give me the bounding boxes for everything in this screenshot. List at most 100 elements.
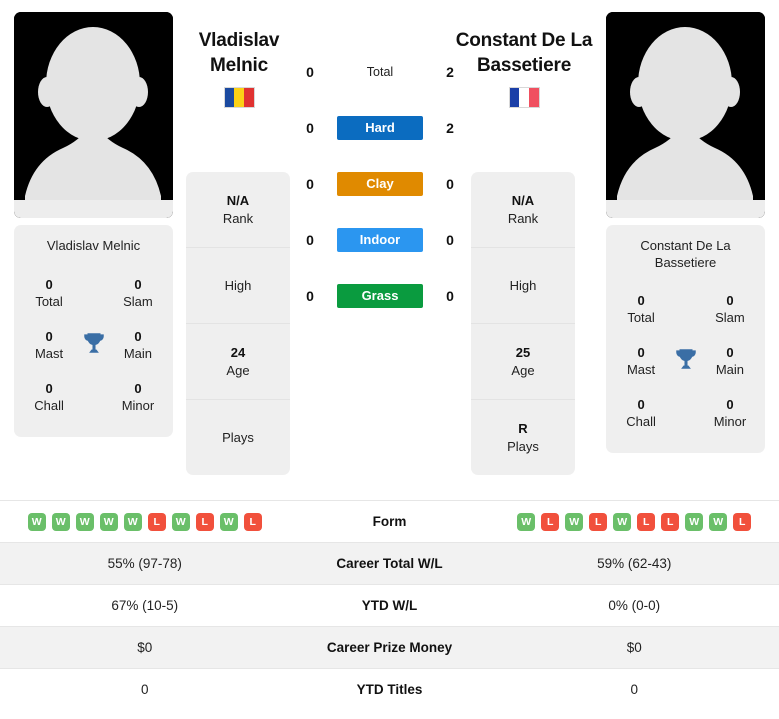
stat-value-right: $0 <box>626 640 642 655</box>
h2h-left-score: 0 <box>306 176 314 192</box>
stat-value-right: 59% (62-43) <box>597 556 672 571</box>
titles-cell-minor: 0 Minor <box>121 380 155 413</box>
h2h-row-indoor: 0 Indoor 0 <box>300 228 460 252</box>
form-badge-loss: L <box>243 512 262 531</box>
stat-value-left: $0 <box>137 640 153 655</box>
titles-row: 0 Mast 0 Main <box>606 335 765 387</box>
trophy-icon-svg <box>675 348 696 369</box>
titles-grid-left: 0 Total 0 Slam 0 Mast 0 Main 0 Chall 0 M… <box>14 259 173 437</box>
stat-label-ytd-wl: YTD W/L <box>361 598 418 613</box>
form-badge-win: W <box>613 512 632 531</box>
titles-cell-mast: 0 Mast <box>34 328 64 361</box>
form-badge-win: W <box>27 512 46 531</box>
info-row-plays: R Plays <box>507 420 539 454</box>
player-name-left: Vladislav Melnic <box>198 30 280 76</box>
table-row-ytd-titles: 0 YTD Titles 0 <box>0 668 779 710</box>
player-photo-left <box>14 12 173 218</box>
form-badge-loss: L <box>661 512 680 531</box>
form-badge-win: W <box>99 512 118 531</box>
table-row-career-prize-money: $0 Career Prize Money $0 <box>0 626 779 668</box>
h2h-row-clay: 0 Clay 0 <box>300 172 460 196</box>
stat-value-left: 55% (97-78) <box>107 556 182 571</box>
form-badge-win: W <box>123 512 142 531</box>
h2h-row-grass: 0 Grass 0 <box>300 284 460 308</box>
table-row-form: WWWWWLWLWL Form WLWLWLLWWL <box>0 500 779 542</box>
avatar-silhouette-icon <box>606 12 765 218</box>
titles-cell-chall: 0 Chall <box>34 380 64 413</box>
info-row-rank: N/A Rank <box>471 172 575 248</box>
trophy-icon <box>668 346 703 377</box>
form-badge-loss: L <box>637 512 656 531</box>
stat-label-career-total-wl: Career Total W/L <box>336 556 443 571</box>
info-row-plays: Plays <box>222 429 254 445</box>
player-header-left: Vladislav Melnic <box>164 28 314 108</box>
player-header-right: Constant De La Bassetiere <box>449 28 599 108</box>
stat-label-form: Form <box>372 514 407 529</box>
flag-left-romania <box>223 87 255 108</box>
form-badge-win: W <box>709 512 728 531</box>
form-badge-win: W <box>517 512 536 531</box>
h2h-left-score: 0 <box>306 64 314 80</box>
titles-row: 0 Total 0 Slam <box>14 267 173 319</box>
comparison-stats-table: WWWWWLWLWL Form WLWLWLLWWL 55% (97-78) C… <box>0 500 779 710</box>
form-badges-left: WWWWWLWLWL <box>0 512 290 531</box>
titles-card-left: Vladislav Melnic 0 Total 0 Slam 0 Mast 0… <box>14 225 173 437</box>
titles-cell-mast: 0 Mast <box>626 344 656 377</box>
trophy-icon <box>76 330 111 361</box>
titles-cell-total: 0 Total <box>35 276 63 309</box>
h2h-surface-label: Hard <box>337 116 423 140</box>
titles-row: 0 Mast 0 Main <box>14 319 173 371</box>
titles-cell-main: 0 Main <box>123 328 153 361</box>
form-badge-loss: L <box>733 512 752 531</box>
titles-row: 0 Chall 0 Minor <box>606 387 765 439</box>
h2h-left-score: 0 <box>306 232 314 248</box>
form-badge-loss: L <box>195 512 214 531</box>
form-badge-win: W <box>219 512 238 531</box>
info-row-high: High <box>186 248 290 324</box>
h2h-right-score: 2 <box>446 64 454 80</box>
h2h-left-score: 0 <box>306 288 314 304</box>
titles-row: 0 Chall 0 Minor <box>14 371 173 423</box>
player-name-right: Constant De La Bassetiere <box>455 30 593 76</box>
stat-value-right: 0% (0-0) <box>608 598 661 613</box>
info-card-right: N/A Rank High 25 Age R Plays <box>471 172 575 475</box>
h2h-surface-label: Indoor <box>337 228 423 252</box>
form-badge-win: W <box>51 512 70 531</box>
stat-label-ytd-titles: YTD Titles <box>356 682 423 697</box>
stat-label-career-prize-money: Career Prize Money <box>326 640 453 655</box>
stat-value-right: 0 <box>630 682 638 697</box>
h2h-right-score: 0 <box>446 288 454 304</box>
info-card-left: N/A Rank High 24 Age Plays <box>186 172 290 475</box>
player-comparison-header: Vladislav Melnic Constant De La Bassetie… <box>0 0 779 495</box>
h2h-surface-label: Total <box>366 65 394 79</box>
h2h-right-score: 2 <box>446 120 454 136</box>
info-row-age: 25 Age <box>471 324 575 400</box>
form-badge-loss: L <box>589 512 608 531</box>
info-row-rank: N/A Rank <box>186 172 290 248</box>
titles-card-name-left: Vladislav Melnic <box>46 238 141 253</box>
head-to-head-surface-list: 0 Total 2 0 Hard 2 0 Clay 0 0 Indoor 0 0… <box>300 60 460 308</box>
flag-right-france <box>508 87 540 108</box>
h2h-row-hard: 0 Hard 2 <box>300 116 460 140</box>
titles-cell-minor: 0 Minor <box>713 396 747 429</box>
h2h-right-score: 0 <box>446 176 454 192</box>
h2h-surface-label: Clay <box>337 172 423 196</box>
form-badge-win: W <box>75 512 94 531</box>
titles-cell-slam: 0 Slam <box>123 276 153 309</box>
titles-grid-right: 0 Total 0 Slam 0 Mast 0 Main 0 Chall 0 M… <box>606 275 765 453</box>
form-badge-win: W <box>685 512 704 531</box>
form-badges-right: WLWLWLLWWL <box>490 512 779 531</box>
table-row-career-total-wl: 55% (97-78) Career Total W/L 59% (62-43) <box>0 542 779 584</box>
avatar-silhouette-icon <box>14 12 173 218</box>
info-row-high: High <box>471 248 575 324</box>
titles-cell-chall: 0 Chall <box>626 396 656 429</box>
player-photo-right <box>606 12 765 218</box>
form-badge-loss: L <box>541 512 560 531</box>
table-row-ytd-wl: 67% (10-5) YTD W/L 0% (0-0) <box>0 584 779 626</box>
trophy-icon-svg <box>83 332 104 353</box>
stat-value-left: 67% (10-5) <box>111 598 179 613</box>
h2h-left-score: 0 <box>306 120 314 136</box>
h2h-row-total: 0 Total 2 <box>300 60 460 84</box>
titles-cell-main: 0 Main <box>715 344 745 377</box>
form-badge-loss: L <box>147 512 166 531</box>
